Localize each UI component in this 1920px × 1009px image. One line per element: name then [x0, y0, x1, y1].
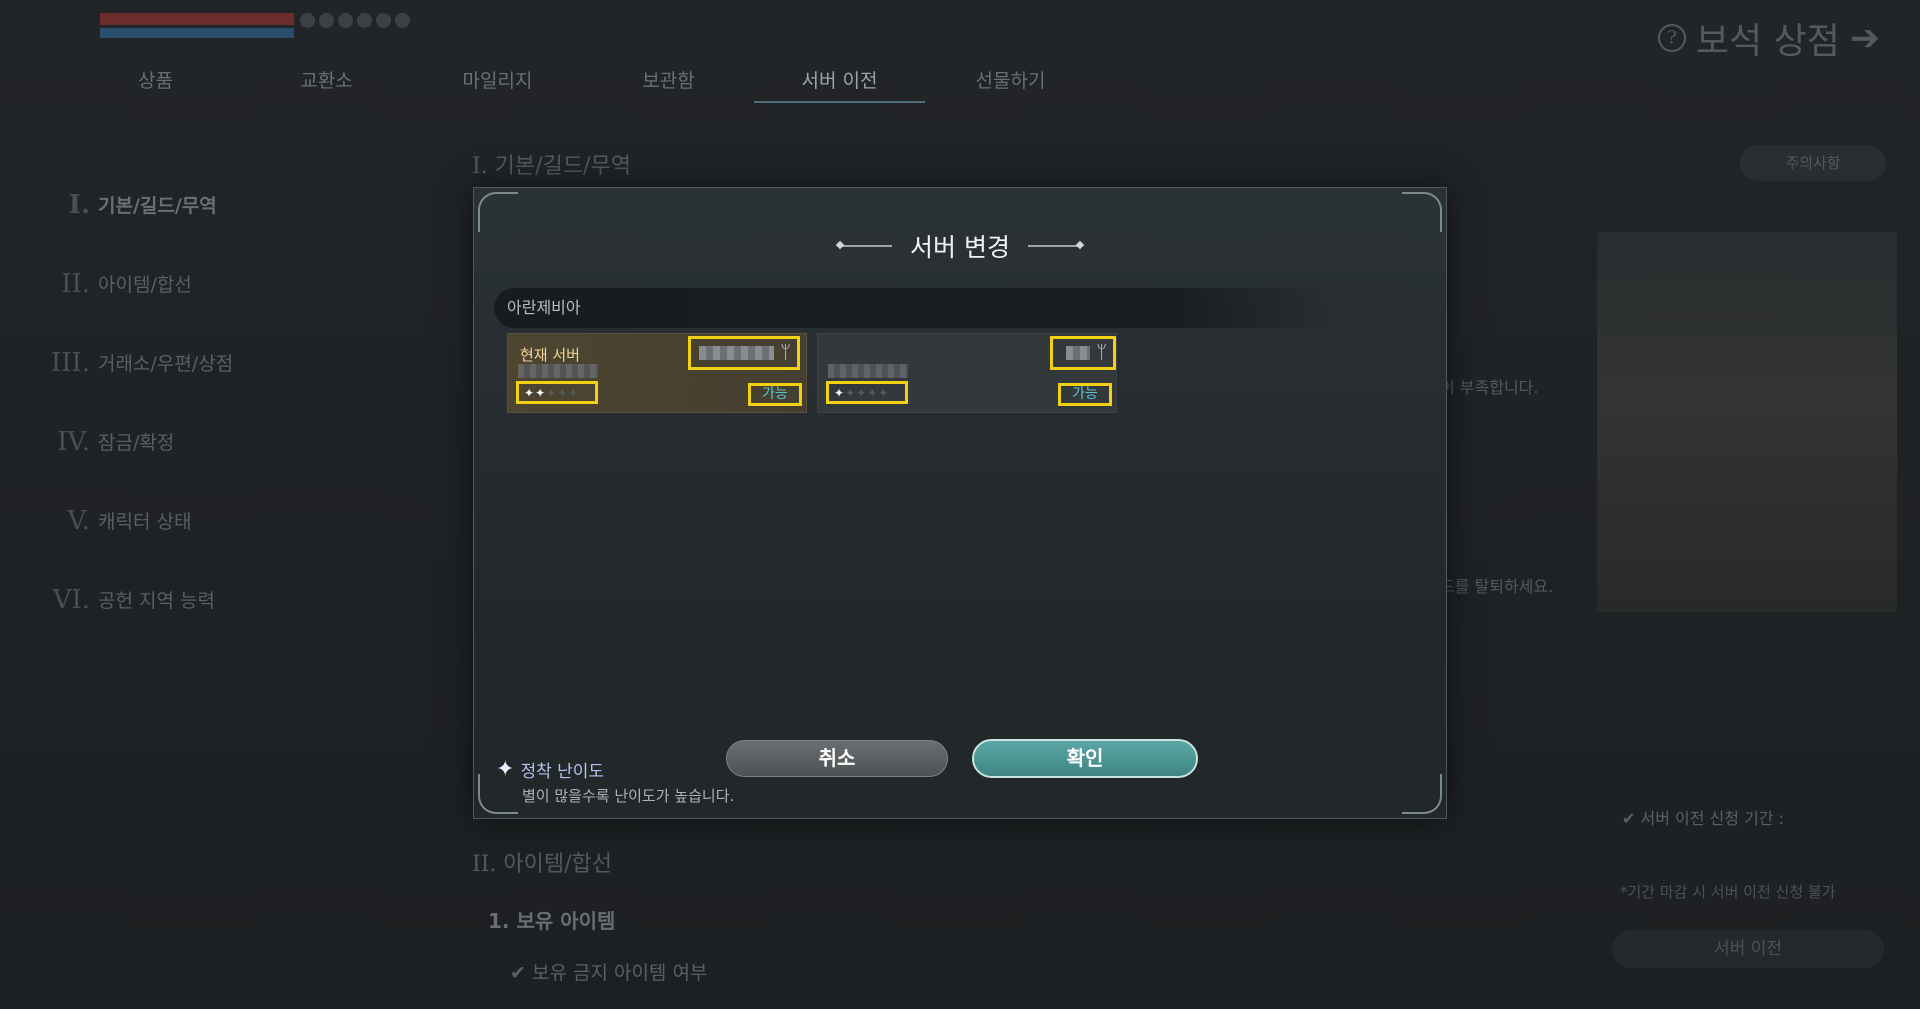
title-ornament	[1027, 245, 1080, 247]
tab-server-transfer[interactable]: 서버 이전	[754, 66, 925, 103]
help-icon[interactable]: ?	[1657, 24, 1686, 52]
section-title-items: II. 아이템/합선	[472, 852, 612, 877]
confirm-button[interactable]: 확인	[972, 739, 1198, 778]
sidebar-item-market[interactable]: III. 거래소/우편/상점	[40, 323, 233, 402]
sidebar-item-basic[interactable]: I. 기본/길드/무역	[40, 165, 233, 244]
difficulty-stars: ✦ ✦ ✦ ✦ ✦	[826, 381, 908, 404]
buff-icon	[300, 13, 315, 28]
shop-header: ? 보석 상점 ➔	[1657, 12, 1880, 64]
dialog-title-row: 서버 변경	[474, 228, 1446, 264]
tab-storage[interactable]: 보관함	[583, 66, 754, 103]
tab-mileage[interactable]: 마일리지	[412, 66, 583, 103]
star-icon: ✦	[496, 756, 515, 782]
subsection-title: 1. 보유 아이템	[488, 909, 616, 933]
frame-ornament	[1402, 774, 1442, 814]
star-filled-icon: ✦	[834, 385, 845, 400]
health-bar	[100, 13, 294, 25]
caution-button[interactable]: 주의사항	[1740, 145, 1886, 181]
buff-icon	[376, 13, 391, 28]
star-empty-icon: ✦	[867, 385, 878, 400]
current-server-label: 현재 서버	[520, 346, 580, 364]
server-name-box: ᛘ	[688, 336, 800, 370]
castle-illustration	[1597, 232, 1897, 612]
buff-icon	[357, 13, 372, 28]
exit-icon[interactable]: ➔	[1850, 18, 1880, 59]
dialog-title: 서버 변경	[910, 233, 1010, 262]
star-empty-icon: ✦	[856, 385, 867, 400]
cancel-button[interactable]: 취소	[726, 740, 948, 777]
feather-icon: ᛘ	[1096, 342, 1107, 363]
sidebar: I. 기본/길드/무역 II. 아이템/합선 III. 거래소/우편/상점 IV…	[40, 165, 233, 639]
star-empty-icon: ✦	[845, 385, 856, 400]
legend-title: 정착 난이도	[520, 762, 605, 782]
buff-icon	[395, 13, 410, 28]
star-filled-icon: ✦	[535, 385, 546, 400]
frame-ornament	[1402, 192, 1442, 232]
tab-gift[interactable]: 선물하기	[925, 66, 1096, 103]
server-name-redacted	[518, 364, 598, 378]
feather-icon: ᛘ	[780, 342, 791, 363]
star-filled-icon: ✦	[524, 385, 535, 400]
difficulty-stars: ✦ ✦ ✦ ✦ ✦	[516, 381, 598, 404]
transfer-period-note: *기간 마감 시 서버 이전 신청 불가	[1620, 883, 1836, 901]
check-item: ✔ 보유 금지 아이템 여부	[510, 962, 708, 984]
star-empty-icon: ✦	[557, 385, 568, 400]
title-ornament	[840, 245, 893, 247]
availability-badge: 가능	[1058, 383, 1112, 406]
difficulty-legend: ✦ 정착 난이도 별이 많을수록 난이도가 높습니다.	[496, 757, 734, 806]
hint-text: 드를 탈퇴하세요.	[1440, 577, 1554, 596]
star-empty-icon: ✦	[878, 385, 889, 400]
shop-title: 보석 상점	[1695, 21, 1840, 62]
frame-ornament	[478, 192, 518, 232]
hint-text: 이 부족합니다.	[1440, 378, 1539, 397]
server-name-redacted	[1066, 346, 1091, 360]
server-name-box: ᛘ	[1050, 336, 1116, 370]
buff-icon	[319, 13, 334, 28]
server-card[interactable]: ᛘ ✦ ✦ ✦ ✦ ✦ 가능	[817, 333, 1117, 413]
buff-icons	[300, 13, 410, 28]
server-name-redacted	[699, 346, 775, 360]
star-empty-icon: ✦	[568, 385, 579, 400]
server-card-current[interactable]: 현재 서버 ᛘ ✦ ✦ ✦ ✦ ✦ 가능	[507, 333, 807, 413]
server-name-redacted	[828, 364, 908, 378]
sidebar-item-lock[interactable]: IV. 잠금/확정	[40, 402, 233, 481]
tab-products[interactable]: 상품	[70, 66, 241, 103]
mana-bar	[100, 28, 294, 38]
server-transfer-button[interactable]: 서버 이전	[1612, 930, 1884, 968]
sidebar-item-items[interactable]: II. 아이템/합선	[40, 244, 233, 323]
region-header: 아란제비아	[494, 288, 1344, 328]
status-bars	[100, 13, 294, 38]
server-change-dialog: 서버 변경 아란제비아 현재 서버 ᛘ ✦ ✦ ✦ ✦ ✦ 가능 ᛘ ✦ ✦ ✦…	[473, 187, 1447, 819]
star-empty-icon: ✦	[546, 385, 557, 400]
section-title: I. 기본/길드/무역	[472, 154, 631, 179]
tab-exchange[interactable]: 교환소	[241, 66, 412, 103]
server-list: 현재 서버 ᛘ ✦ ✦ ✦ ✦ ✦ 가능 ᛘ ✦ ✦ ✦ ✦ ✦ 가능	[507, 333, 1117, 413]
sidebar-item-character[interactable]: V. 캐릭터 상태	[40, 481, 233, 560]
buff-icon	[338, 13, 353, 28]
availability-badge: 가능	[748, 383, 802, 406]
sidebar-item-contribution[interactable]: VI. 공헌 지역 능력	[40, 560, 233, 639]
transfer-period-label: ✔ 서버 이전 신청 기간 :	[1622, 809, 1784, 828]
legend-description: 별이 많을수록 난이도가 높습니다.	[522, 787, 735, 805]
shop-tabs: 상품 교환소 마일리지 보관함 서버 이전 선물하기	[70, 66, 1096, 103]
